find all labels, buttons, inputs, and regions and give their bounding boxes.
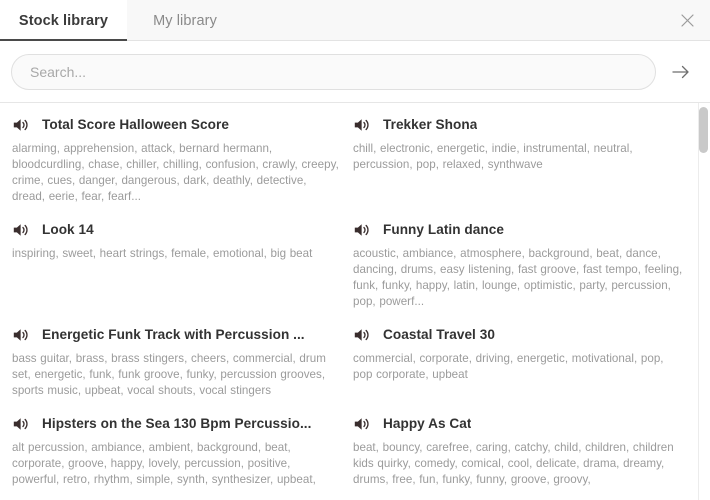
track-header: Hipsters on the Sea 130 Bpm Percussio... xyxy=(12,415,341,433)
tab-stock-library-label: Stock library xyxy=(18,12,109,29)
track-tags: acoustic, ambiance, atmosphere, backgrou… xyxy=(353,247,683,308)
track-tags: chill, electronic, energetic, indie, ins… xyxy=(353,142,633,171)
scrollbar[interactable] xyxy=(699,103,708,500)
track-header: Energetic Funk Track with Percussion ... xyxy=(12,326,341,344)
track-tags: beat, bouncy, carefree, caring, catchy, … xyxy=(353,441,674,486)
track-title: Coastal Travel 30 xyxy=(383,326,495,342)
track-header: Coastal Travel 30 xyxy=(353,326,686,344)
track-tags: alarming, apprehension, attack, bernard … xyxy=(12,142,339,203)
speaker-icon[interactable] xyxy=(353,415,371,433)
track-header: Look 14 xyxy=(12,221,341,239)
tab-my-library[interactable]: My library xyxy=(127,0,243,41)
track-title: Trekker Shona xyxy=(383,116,478,132)
track-title: Happy As Cat xyxy=(383,415,472,431)
results-grid: Total Score Halloween Score alarming, ap… xyxy=(0,103,710,500)
track-title: Energetic Funk Track with Percussion ... xyxy=(42,326,305,342)
scrollbar-thumb[interactable] xyxy=(699,107,708,153)
speaker-icon[interactable] xyxy=(12,116,30,134)
track-item[interactable]: Coastal Travel 30 commercial, corporate,… xyxy=(353,326,698,399)
track-header: Total Score Halloween Score xyxy=(12,116,341,134)
track-title: Hipsters on the Sea 130 Bpm Percussio... xyxy=(42,415,312,431)
speaker-icon[interactable] xyxy=(12,415,30,433)
track-item[interactable]: Funny Latin dance acoustic, ambiance, at… xyxy=(353,221,698,310)
speaker-icon[interactable] xyxy=(12,221,30,239)
track-tags: commercial, corporate, driving, energeti… xyxy=(353,352,664,381)
track-title: Total Score Halloween Score xyxy=(42,116,229,132)
close-button[interactable] xyxy=(674,7,700,33)
track-title: Funny Latin dance xyxy=(383,221,504,237)
media-library-panel: Stock library My library Search... Total… xyxy=(0,0,710,500)
results-scroll-area[interactable]: Total Score Halloween Score alarming, ap… xyxy=(0,103,710,500)
track-item[interactable]: Look 14 inspiring, sweet, heart strings,… xyxy=(12,221,353,310)
search-row xyxy=(0,41,710,103)
track-header: Happy As Cat xyxy=(353,415,686,433)
tab-stock-library[interactable]: Stock library xyxy=(0,0,127,41)
track-tags: alt percussion, ambiance, ambient, backg… xyxy=(12,441,316,486)
search-submit-button[interactable] xyxy=(662,54,700,90)
track-tags: inspiring, sweet, heart strings, female,… xyxy=(12,247,313,260)
speaker-icon[interactable] xyxy=(353,221,371,239)
panel-header: Stock library My library xyxy=(0,0,710,41)
arrow-right-icon xyxy=(672,65,689,78)
track-item[interactable]: Hipsters on the Sea 130 Bpm Percussio...… xyxy=(12,415,353,488)
close-icon xyxy=(680,13,694,27)
track-item[interactable]: Trekker Shona chill, electronic, energet… xyxy=(353,116,698,205)
track-item[interactable]: Energetic Funk Track with Percussion ...… xyxy=(12,326,353,399)
track-header: Trekker Shona xyxy=(353,116,686,134)
track-tags: bass guitar, brass, brass stingers, chee… xyxy=(12,352,326,397)
speaker-icon[interactable] xyxy=(12,326,30,344)
search-input[interactable] xyxy=(11,53,656,90)
speaker-icon[interactable] xyxy=(353,116,371,134)
track-item[interactable]: Total Score Halloween Score alarming, ap… xyxy=(12,116,353,205)
track-header: Funny Latin dance xyxy=(353,221,686,239)
track-item[interactable]: Happy As Cat beat, bouncy, carefree, car… xyxy=(353,415,698,488)
speaker-icon[interactable] xyxy=(353,326,371,344)
track-title: Look 14 xyxy=(42,221,94,237)
library-tabs: Stock library My library xyxy=(0,0,243,41)
tab-my-library-label: My library xyxy=(153,12,217,29)
